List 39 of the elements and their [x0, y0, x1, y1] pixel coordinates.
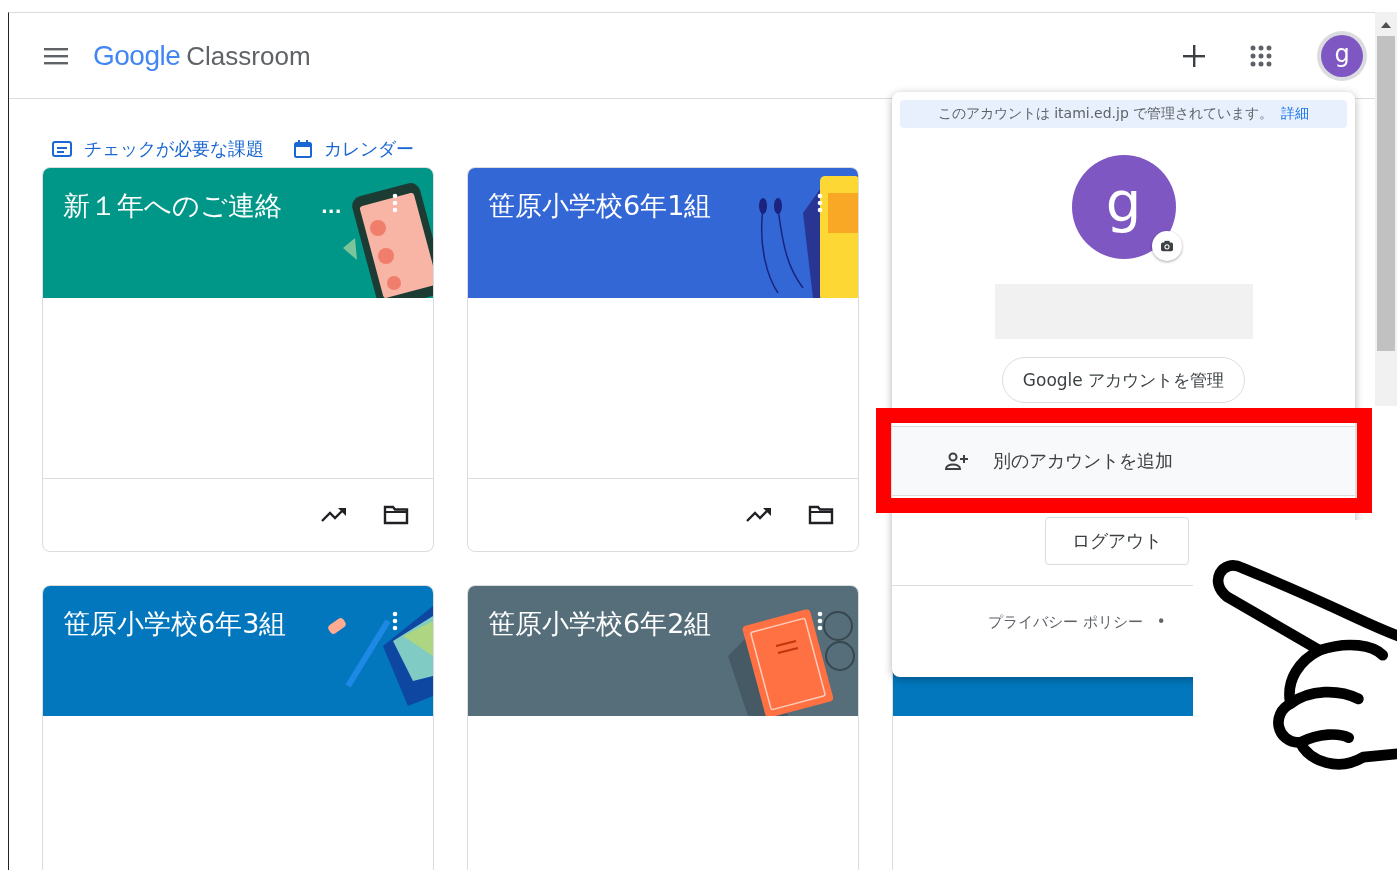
account-avatar[interactable]: g — [1321, 34, 1363, 77]
details-link[interactable]: 詳細 — [1281, 105, 1310, 123]
separator-dot: • — [1156, 613, 1166, 632]
quick-link[interactable]: カレンダー — [294, 135, 414, 163]
folder-icon[interactable] — [808, 505, 834, 525]
apps-grid-icon[interactable] — [1250, 44, 1272, 67]
more-options-icon[interactable] — [392, 193, 398, 213]
class-card[interactable]: 笹原小学校6年2組 — [467, 585, 859, 870]
scrollbar[interactable] — [1375, 12, 1397, 406]
class-card[interactable]: 新１年へのご連絡 ... — [42, 167, 434, 552]
privacy-policy-link[interactable]: プライバシー ポリシー — [988, 613, 1143, 632]
add-person-icon — [945, 452, 969, 470]
manage-account-button[interactable]: Google アカウントを管理 — [1001, 357, 1246, 403]
class-title[interactable]: 笹原小学校6年1組 — [488, 188, 712, 224]
profile-avatar: g — [1071, 155, 1176, 259]
managed-account-text: このアカウントは itami.ed.jp で管理されています。 — [937, 105, 1274, 123]
tray-icon — [52, 141, 72, 157]
folder-icon[interactable] — [383, 505, 409, 525]
class-title[interactable]: 笹原小学校6年3組 — [63, 606, 287, 642]
plus-icon[interactable] — [1183, 44, 1205, 67]
more-options-icon[interactable] — [817, 611, 823, 631]
class-title[interactable]: 新１年へのご連絡 — [63, 188, 282, 224]
sign-out-button[interactable]: ログアウト — [1045, 517, 1189, 565]
class-card[interactable]: 笹原小学校6年3組 — [42, 585, 434, 870]
ellipsis-text: ... — [321, 196, 342, 217]
brand-logo[interactable]: Google — [93, 39, 181, 72]
camera-icon[interactable] — [1151, 231, 1182, 261]
add-account-item[interactable]: 別のアカウントを追加 — [892, 426, 1355, 496]
class-title[interactable]: 笹原小学校6年2組 — [488, 606, 712, 642]
calendar-icon — [294, 140, 312, 158]
trending-up-icon[interactable] — [321, 507, 347, 523]
menu-icon[interactable] — [44, 46, 68, 65]
class-card[interactable]: 笹原小学校6年1組 — [467, 167, 859, 552]
quick-link[interactable]: チェックが必要な課題 — [52, 135, 264, 163]
trending-up-icon[interactable] — [746, 507, 772, 523]
scrollbar-thumb[interactable] — [1377, 36, 1395, 351]
scroll-up-arrow-icon[interactable] — [1381, 22, 1391, 28]
more-options-icon[interactable] — [817, 193, 823, 213]
product-name[interactable]: Classroom — [186, 40, 311, 72]
